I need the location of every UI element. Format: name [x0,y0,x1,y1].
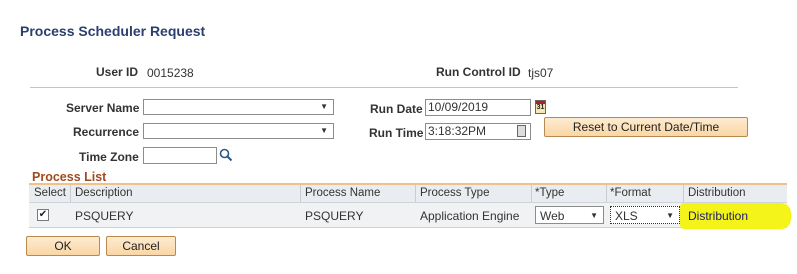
chevron-down-icon: ▼ [590,211,598,220]
page-title: Process Scheduler Request [20,23,206,39]
calendar-icon-day: 31 [536,104,545,111]
run-date-value: 10/09/2019 [428,100,489,114]
run-time-input[interactable]: 3:18:32PM [425,123,531,140]
run-control-id-value: tjs07 [528,66,554,80]
type-select[interactable]: Web ▼ [535,206,604,224]
column-header-process-type: Process Type [420,187,490,199]
distribution-link[interactable]: Distribution [688,209,748,223]
process-list-header [29,185,787,203]
chevron-down-icon: ▼ [320,102,328,111]
row-process-type: Application Engine [420,209,520,223]
column-separator [300,185,301,202]
column-separator [683,185,684,202]
recurrence-label: Recurrence [73,125,140,139]
row-select-checkbox[interactable]: ✔ [37,209,49,221]
run-time-label: Run Time [369,126,424,140]
row-process-name: PSQUERY [305,209,364,223]
column-header-select: Select [34,187,66,199]
column-header-distribution: Distribution [688,187,746,199]
time-zone-input[interactable] [143,147,217,164]
format-value: XLS [615,209,638,223]
chevron-down-icon: ▼ [320,126,328,135]
row-description: PSQUERY [75,209,134,223]
checkmark-icon: ✔ [38,209,48,220]
column-header-process-name: Process Name [305,187,381,199]
cancel-button[interactable]: Cancel [106,236,176,256]
column-header-description: Description [75,187,133,199]
column-separator [415,185,416,202]
type-value: Web [540,209,565,223]
chevron-down-icon: ▼ [666,211,674,220]
user-id-label: User ID [96,65,139,79]
column-separator [606,185,607,202]
user-id-value: 0015238 [147,66,194,80]
run-time-value: 3:18:32PM [428,124,487,138]
header-divider [30,87,738,88]
run-date-input[interactable]: 10/09/2019 [425,99,531,116]
server-name-select[interactable]: ▼ [143,99,334,115]
run-date-label: Run Date [370,102,423,116]
run-control-id-label: Run Control ID [436,65,521,79]
column-header-type: *Type [535,187,565,199]
format-select[interactable]: XLS ▼ [610,206,680,224]
time-zone-label: Time Zone [79,150,139,164]
recurrence-select[interactable]: ▼ [143,123,334,139]
column-separator [70,185,71,202]
process-list-title: Process List [32,170,107,184]
calendar-icon[interactable]: 31 [535,100,546,114]
reset-to-current-datetime-button[interactable]: Reset to Current Date/Time [544,117,748,137]
search-icon[interactable] [219,148,233,162]
ok-button[interactable]: OK [26,236,100,256]
column-separator [531,185,532,202]
column-header-format: *Format [610,187,651,199]
clock-stepper-icon[interactable] [517,125,526,137]
server-name-label: Server Name [66,101,140,115]
